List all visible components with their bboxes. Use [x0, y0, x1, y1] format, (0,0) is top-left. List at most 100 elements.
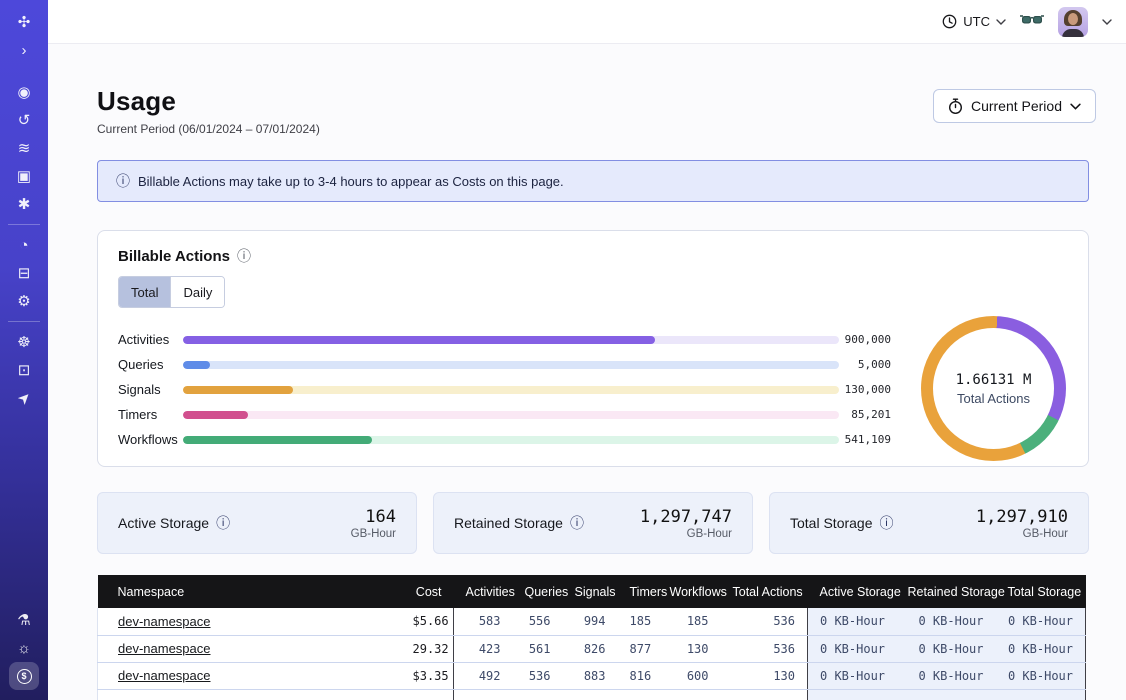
info-icon[interactable]: ⓘ	[116, 171, 130, 191]
sidebar-item-expand[interactable]: ›	[8, 36, 40, 64]
glasses-icon	[1020, 15, 1044, 28]
rocket-icon: ➤	[13, 387, 35, 409]
storage-card-value: 1,297,747	[640, 507, 732, 527]
avatar-face	[1068, 13, 1078, 25]
storage-card-unit: GB-Hour	[640, 528, 732, 540]
bar-row-timers: Timers85,201	[118, 402, 891, 427]
sidebar-item-support[interactable]: ☸	[8, 328, 40, 356]
col-header-total-storage: Total Storage	[996, 575, 1086, 608]
page-subtitle: Current Period (06/01/2024 – 07/01/2024)	[97, 122, 320, 136]
storage-card-value: 1,297,910	[976, 507, 1068, 527]
billable-actions-card: Billable Actions ⓘ TotalDaily Activities…	[97, 230, 1089, 467]
bar-value: 85,201	[839, 408, 891, 421]
storage-summary-row: Active Storageⓘ164GB-HourRetained Storag…	[97, 492, 1089, 554]
sidebar-item-billing[interactable]: ⊟	[8, 259, 40, 287]
donut-total-label: Total Actions	[957, 391, 1030, 406]
theme-icon: ☼	[17, 640, 31, 657]
storage-card-retained-storage: Retained Storageⓘ1,297,747GB-Hour	[433, 492, 753, 554]
table-row: dev-namespace$3.354925368838166001300 KB…	[98, 662, 1086, 689]
bar-row-queries: Queries5,000	[118, 352, 891, 377]
info-icon[interactable]: ⓘ	[237, 246, 251, 266]
billable-actions-title: Billable Actions ⓘ	[118, 246, 251, 266]
table-row: dev-namespace$5.665835569941851855360 KB…	[98, 608, 1086, 635]
donut-center: 1.66131 M Total Actions	[933, 328, 1054, 449]
storage-card-label: Active Storageⓘ	[118, 513, 230, 533]
account-menu-chevron-icon[interactable]	[1102, 19, 1112, 25]
history-icon: ↺	[18, 111, 31, 129]
bar-track	[183, 336, 839, 344]
bar-value: 130,000	[839, 383, 891, 396]
settings-icon: ⚙	[17, 292, 30, 310]
bar-label: Workflows	[118, 432, 183, 447]
sidebar-item-temporal-logo[interactable]: ✣	[8, 8, 40, 36]
nexus-icon: ✱	[18, 195, 31, 213]
sidebar-item-nexus[interactable]: ✱	[8, 190, 40, 218]
col-header-cost: Cost	[401, 575, 454, 608]
sidebar-item-pricing[interactable]: $	[9, 662, 39, 690]
storage-card-value: 164	[351, 507, 396, 527]
bar-label: Queries	[118, 357, 183, 372]
chevron-down-icon	[1070, 103, 1081, 110]
feedback-glasses-button[interactable]	[1020, 15, 1044, 28]
bar-fill	[183, 386, 293, 394]
sidebar: ✣› ◉ ↺ ≋ ▣ ✱ ◔ ⊟ ⚙ ☸ ⊡ ➤ ⚗ ☼ $	[0, 0, 48, 700]
bar-fill	[183, 436, 372, 444]
storage-card-active-storage: Active Storageⓘ 164GB-Hour	[97, 492, 417, 554]
storage-card-label: Total Storageⓘ	[790, 513, 894, 533]
sidebar-item-namespaces[interactable]: ◉	[8, 78, 40, 106]
info-icon[interactable]: ⓘ	[880, 513, 894, 533]
col-header-active-storage: Active Storage	[808, 575, 896, 608]
tab-daily[interactable]: Daily	[170, 277, 224, 307]
sidebar-item-labs[interactable]: ⚗	[8, 606, 40, 634]
info-icon[interactable]: ⓘ	[570, 513, 584, 533]
namespace-usage-table: NamespaceCostActivitiesQueriesSignalsTim…	[97, 575, 1085, 700]
sidebar-item-usage-layers[interactable]: ≋	[8, 134, 40, 162]
billing-icon: ⊟	[18, 264, 31, 282]
sidebar-item-metrics[interactable]: ◔	[8, 231, 40, 259]
bar-label: Activities	[118, 332, 183, 347]
bar-label: Signals	[118, 382, 183, 397]
col-header-total-actions: Total Actions	[721, 575, 808, 608]
storage-card-unit: GB-Hour	[351, 528, 396, 540]
pricing-icon: $	[17, 669, 32, 684]
chevron-down-icon	[996, 19, 1006, 25]
col-header-namespace: Namespace	[98, 575, 401, 608]
support-icon: ☸	[17, 333, 30, 351]
storage-card-total-storage: Total Storageⓘ1,297,910GB-Hour	[769, 492, 1089, 554]
sidebar-item-rocket[interactable]: ➤	[8, 384, 40, 412]
sidebar-item-history[interactable]: ↺	[8, 106, 40, 134]
user-avatar[interactable]	[1058, 7, 1088, 37]
sidebar-item-settings[interactable]: ⚙	[8, 287, 40, 315]
col-header-timers: Timers	[618, 575, 658, 608]
table-row: dev-namespace29.324235618268771305360 KB…	[98, 635, 1086, 662]
bar-value: 900,000	[839, 333, 891, 346]
col-header-activities: Activities	[454, 575, 513, 608]
app-root: ✣› ◉ ↺ ≋ ▣ ✱ ◔ ⊟ ⚙ ☸ ⊡ ➤ ⚗ ☼ $ UTC	[0, 0, 1126, 700]
clock-icon	[942, 14, 957, 29]
tab-total[interactable]: Total	[119, 277, 170, 307]
sidebar-item-deployments[interactable]: ▣	[8, 162, 40, 190]
sidebar-divider	[8, 321, 40, 322]
stopwatch-icon	[948, 98, 963, 115]
namespace-link[interactable]: dev-namespace	[118, 641, 211, 656]
bar-fill	[183, 336, 655, 344]
timezone-label: UTC	[963, 14, 990, 29]
usage-layers-icon: ≋	[18, 139, 31, 157]
namespace-link[interactable]: dev-namespace	[118, 614, 211, 629]
bar-track	[183, 361, 839, 369]
timezone-selector[interactable]: UTC	[942, 14, 1006, 29]
total-actions-donut-chart: 1.66131 M Total Actions	[921, 316, 1066, 461]
col-header-queries: Queries	[513, 575, 563, 608]
bar-track	[183, 386, 839, 394]
info-icon[interactable]: ⓘ	[216, 513, 230, 533]
namespace-link[interactable]: dev-namespace	[118, 668, 211, 683]
sidebar-item-docs[interactable]: ⊡	[8, 356, 40, 384]
bar-track	[183, 411, 839, 419]
avatar-body	[1062, 29, 1084, 37]
bar-fill	[183, 361, 210, 369]
bar-row-signals: Signals 130,000	[118, 377, 891, 402]
period-selector-button[interactable]: Current Period	[933, 89, 1096, 123]
docs-icon: ⊡	[18, 361, 31, 379]
topbar: UTC	[48, 0, 1126, 44]
sidebar-item-theme[interactable]: ☼	[8, 634, 40, 662]
